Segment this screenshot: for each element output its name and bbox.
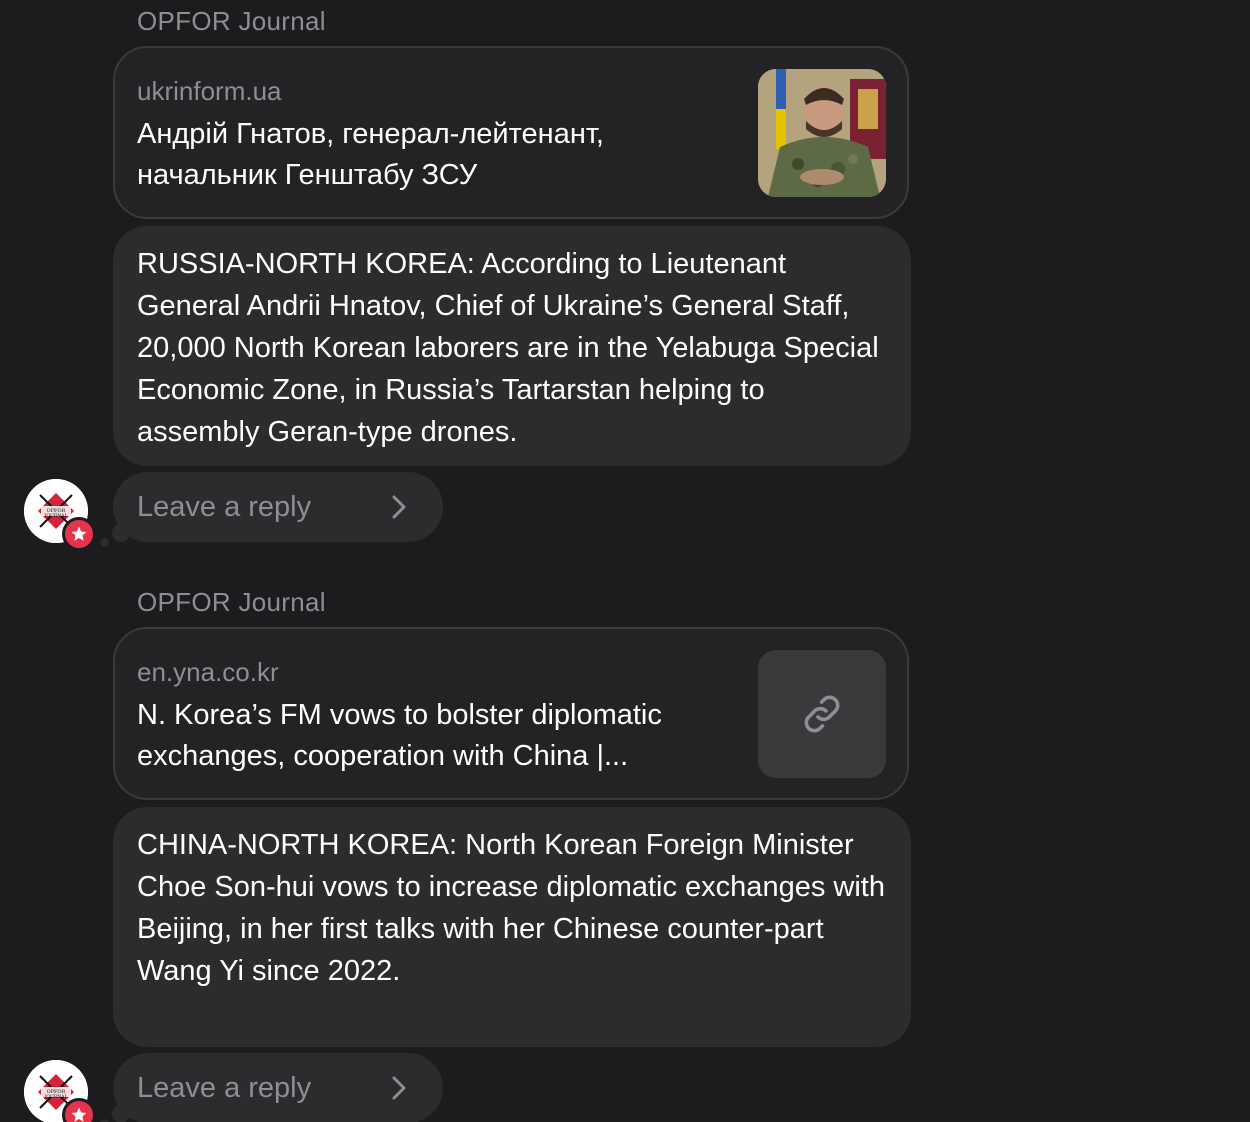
message-bubble: CHINA-NORTH KOREA: North Korean Foreign … [113,807,911,1047]
reply-placeholder: Leave a reply [137,1072,312,1104]
link-title: N. Korea’s FM vows to bolster diplomatic… [137,699,662,772]
avatar[interactable]: OPFOR JOURNAL [24,479,96,551]
bubble-tail [100,538,109,547]
leave-reply-button[interactable]: Leave a reply [113,472,443,542]
svg-text:JOURNAL: JOURNAL [44,1094,68,1100]
photo-illustration [758,69,886,197]
chat-feed: OPFOR Journal ukrinform.ua Андрій Гнатов… [0,0,1250,1122]
message-text: RUSSIA-NORTH KOREA: According to Lieuten… [137,248,879,448]
avatar[interactable]: OPFOR JOURNAL [24,1060,96,1122]
star-icon [71,1107,87,1122]
reply-placeholder: Leave a reply [137,491,312,523]
link-preview-card[interactable]: en.yna.co.kr N. Korea’s FM vows to bolst… [113,627,909,800]
link-domain: ukrinform.ua [137,76,282,106]
message-bubble: RUSSIA-NORTH KOREA: According to Lieuten… [113,226,911,466]
leave-reply-button[interactable]: Leave a reply [113,1053,443,1122]
link-domain: en.yna.co.kr [137,657,279,687]
sender-name: OPFOR Journal [137,6,326,36]
link-thumbnail [758,650,886,778]
link-title: Андрій Гнатов, генерал-лейтенант, началь… [137,118,604,191]
star-badge [62,1098,96,1122]
sender-name: OPFOR Journal [137,587,326,617]
svg-text:JOURNAL: JOURNAL [44,513,68,519]
link-icon [804,695,840,733]
message-text: CHINA-NORTH KOREA: North Korean Foreign … [137,829,885,987]
star-badge [62,517,96,551]
chevron-right-icon [392,1076,406,1100]
photo-of-general [758,69,886,197]
link-thumbnail [758,69,886,197]
link-preview-card[interactable]: ukrinform.ua Андрій Гнатов, генерал-лейт… [113,46,909,219]
star-icon [71,526,87,541]
chevron-right-icon [392,495,406,519]
